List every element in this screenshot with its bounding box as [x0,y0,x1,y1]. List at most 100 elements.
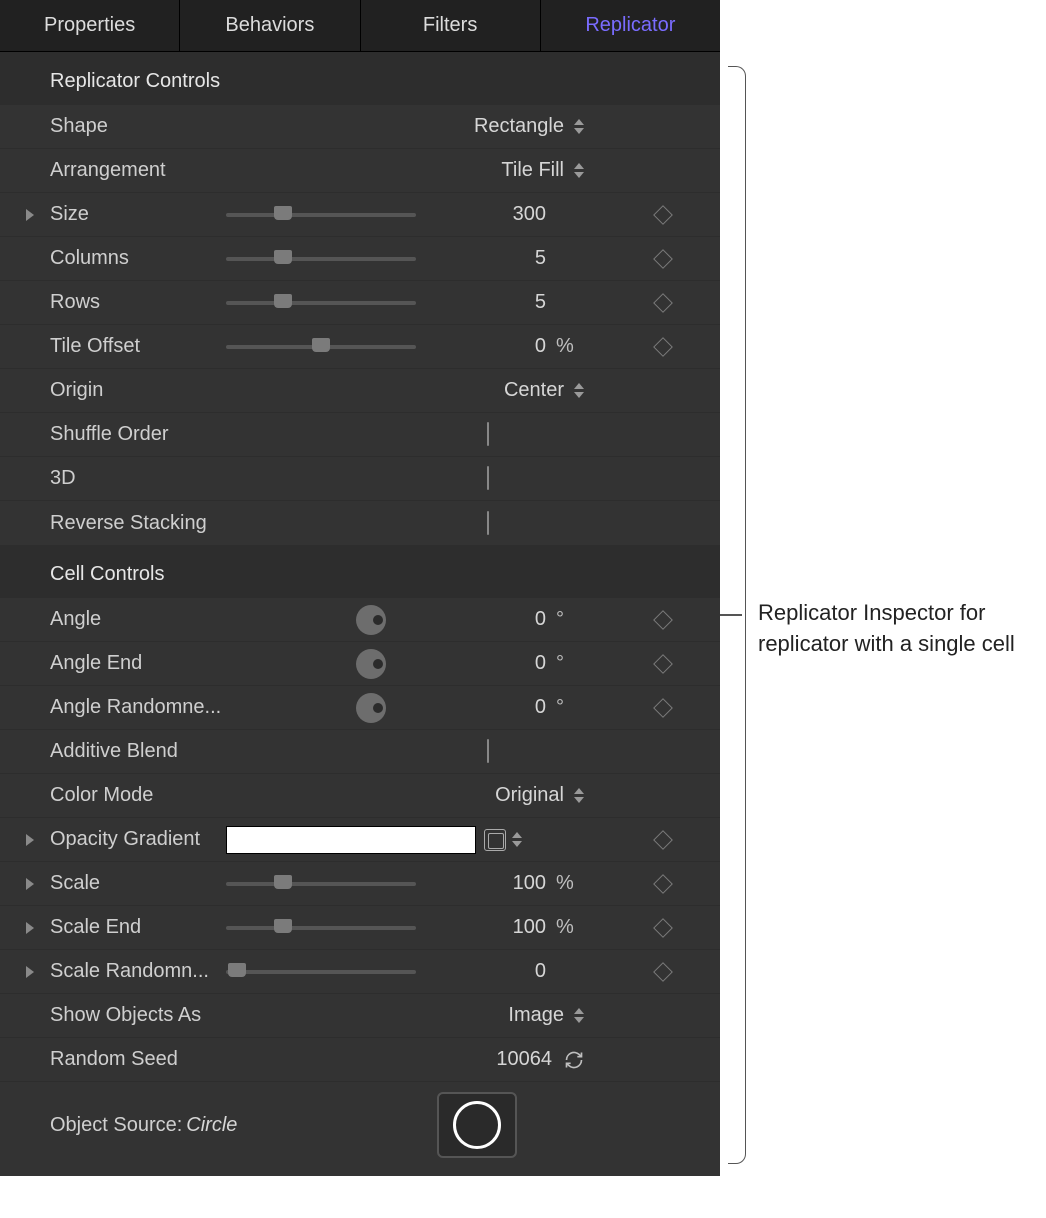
keyframe-angle[interactable] [653,610,673,630]
unit-angle: ° [550,608,584,631]
value-rows[interactable]: 5 [430,291,550,314]
value-shape[interactable]: Rectangle [226,115,568,138]
keyframe-angle-end[interactable] [653,654,673,674]
label-reverse-stacking: Reverse Stacking [50,512,226,535]
param-columns: Columns 5 [0,237,720,281]
disclosure-opacity-gradient[interactable] [26,834,34,846]
param-origin: Origin Center [0,369,720,413]
stepper-show-objects-as[interactable] [574,1008,584,1023]
keyframe-angle-randomness[interactable] [653,698,673,718]
slider-size[interactable] [226,213,416,217]
unit-tile-offset: % [550,335,584,358]
value-origin[interactable]: Center [226,379,568,402]
stepper-shape[interactable] [574,119,584,134]
stepper-color-mode[interactable] [574,788,584,803]
disclosure-scale[interactable] [26,878,34,890]
value-random-seed[interactable]: 10064 [226,1048,556,1071]
section-cell-controls: Cell Controls [0,545,720,598]
circle-icon [453,1101,501,1149]
stepper-origin[interactable] [574,383,584,398]
keyframe-size[interactable] [653,205,673,225]
checkbox-reverse-stacking[interactable] [487,511,489,535]
unit-scale: % [550,872,584,895]
value-columns[interactable]: 5 [430,247,550,270]
refresh-icon[interactable] [564,1050,584,1070]
param-angle-end: Angle End 0 ° [0,642,720,686]
param-angle-randomness: Angle Randomne... 0 ° [0,686,720,730]
replicator-controls-group: Shape Rectangle Arrangement Tile Fill Si… [0,105,720,545]
slider-tile-offset[interactable] [226,345,416,349]
param-scale-end: Scale End 100 % [0,906,720,950]
tab-bar: Properties Behaviors Filters Replicator [0,0,720,52]
slider-scale-randomness[interactable] [226,970,416,974]
value-angle-randomness[interactable]: 0 [430,696,550,719]
param-show-objects-as: Show Objects As Image [0,994,720,1038]
object-source-well[interactable] [437,1092,517,1158]
gradient-swatch[interactable] [226,826,476,854]
inspector-panel: Properties Behaviors Filters Replicator … [0,0,720,1176]
tab-behaviors[interactable]: Behaviors [180,0,360,51]
tab-filters[interactable]: Filters [361,0,541,51]
checkbox-additive-blend[interactable] [487,739,489,763]
param-shuffle-order: Shuffle Order [0,413,720,457]
label-angle-randomness: Angle Randomne... [50,696,226,719]
slider-columns[interactable] [226,257,416,261]
keyframe-scale-randomness[interactable] [653,962,673,982]
callout-area: Replicator Inspector for replicator with… [720,0,1046,1176]
checkbox-3d[interactable] [487,466,489,490]
slider-scale-end[interactable] [226,926,416,930]
keyframe-scale-end[interactable] [653,918,673,938]
param-color-mode: Color Mode Original [0,774,720,818]
value-color-mode[interactable]: Original [226,784,568,807]
callout-tick [720,614,742,616]
dial-angle-end[interactable] [356,649,386,679]
slider-scale[interactable] [226,882,416,886]
unit-angle-randomness: ° [550,696,584,719]
value-show-objects-as[interactable]: Image [226,1004,568,1027]
value-size[interactable]: 300 [430,203,550,226]
tab-replicator[interactable]: Replicator [541,0,720,51]
value-arrangement[interactable]: Tile Fill [226,159,568,182]
keyframe-scale[interactable] [653,874,673,894]
keyframe-rows[interactable] [653,293,673,313]
param-size: Size 300 [0,193,720,237]
param-object-source: Object Source: Circle [0,1082,720,1176]
label-show-objects-as: Show Objects As [50,1004,226,1027]
keyframe-opacity-gradient[interactable] [653,830,673,850]
unit-scale-end: % [550,916,584,939]
keyframe-columns[interactable] [653,249,673,269]
value-scale-randomness[interactable]: 0 [430,960,550,983]
label-opacity-gradient: Opacity Gradient [50,828,226,851]
label-shape: Shape [50,115,226,138]
disclosure-size[interactable] [26,209,34,221]
param-3d: 3D [0,457,720,501]
param-scale-randomness: Scale Randomn... 0 [0,950,720,994]
label-tile-offset: Tile Offset [50,335,226,358]
disclosure-scale-end[interactable] [26,922,34,934]
label-3d: 3D [50,467,226,490]
dial-angle[interactable] [356,605,386,635]
value-scale-end[interactable]: 100 [430,916,550,939]
slider-rows[interactable] [226,301,416,305]
disclosure-scale-randomness[interactable] [26,966,34,978]
value-scale[interactable]: 100 [430,872,550,895]
param-random-seed: Random Seed 10064 [0,1038,720,1082]
stepper-arrangement[interactable] [574,163,584,178]
value-angle-end[interactable]: 0 [430,652,550,675]
stepper-opacity-gradient[interactable] [512,832,522,847]
label-object-source: Object Source: [50,1114,182,1137]
keyframe-tile-offset[interactable] [653,337,673,357]
callout-text: Replicator Inspector for replicator with… [758,598,1028,660]
tab-properties[interactable]: Properties [0,0,180,51]
param-angle: Angle 0 ° [0,598,720,642]
dial-angle-randomness[interactable] [356,693,386,723]
label-shuffle-order: Shuffle Order [50,423,226,446]
value-angle[interactable]: 0 [430,608,550,631]
label-columns: Columns [50,247,226,270]
value-tile-offset[interactable]: 0 [430,335,550,358]
checkbox-shuffle-order[interactable] [487,422,489,446]
label-scale-end: Scale End [50,916,226,939]
label-angle: Angle [50,608,226,631]
preset-button[interactable] [484,829,506,851]
label-color-mode: Color Mode [50,784,226,807]
